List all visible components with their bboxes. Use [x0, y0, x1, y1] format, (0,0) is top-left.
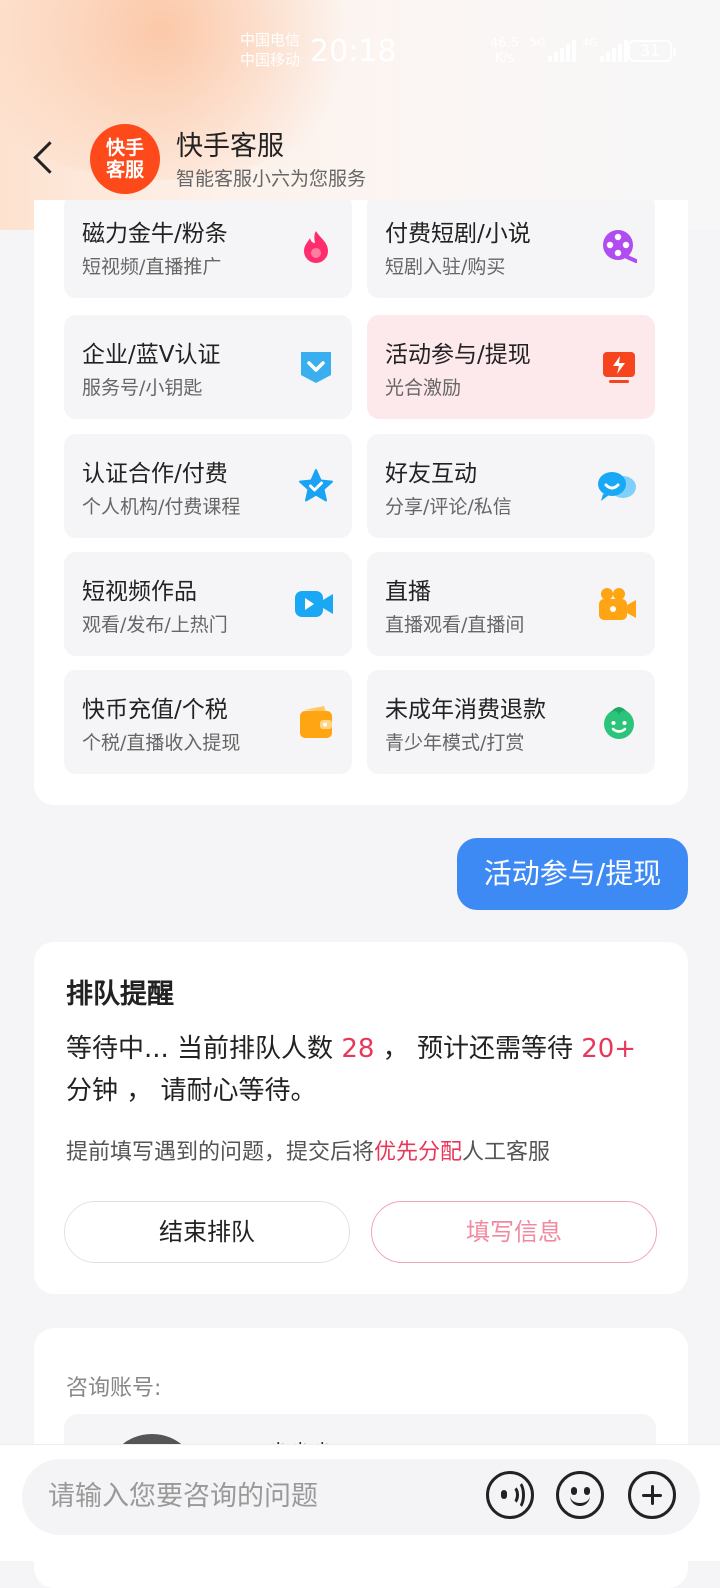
menu-item-subtitle: 观看/发布/上热门 [82, 614, 228, 636]
queue-status-text: 等待中... 当前排队人数 28 ， 预计还需等待 20+ 分钟 ， 请耐心等待… [66, 1028, 666, 1112]
star-check-icon [299, 469, 333, 502]
back-arrow-icon[interactable] [30, 140, 60, 176]
menu-item-subtitle: 短剧入驻/购买 [385, 256, 506, 278]
queue-count: 28 [341, 1034, 375, 1064]
plus-icon[interactable] [628, 1471, 676, 1519]
menu-item-subtitle: 个人机构/付费课程 [82, 496, 241, 518]
signal-5g-label: 5G [530, 36, 546, 49]
queue-text-middle: ， 预计还需等待 [374, 1034, 582, 1064]
menu-item-subtitle: 个税/直播收入提现 [82, 732, 241, 754]
menu-item-subtitle: 分享/评论/私信 [385, 496, 512, 518]
logo-line-1: 快手 [105, 137, 144, 159]
menu-item-title: 磁力金牛/粉条 [82, 221, 228, 247]
menu-item-short-video[interactable]: 短视频作品 观看/发布/上热门 [64, 552, 352, 656]
net-speed-unit: K/s [494, 51, 515, 66]
menu-item-recharge-tax[interactable]: 快币充值/个税 个税/直播收入提现 [64, 670, 352, 774]
queue-text-suffix: 分钟 ， 请耐心等待。 [66, 1076, 317, 1106]
menu-item-friend-interaction[interactable]: 好友互动 分享/评论/私信 [367, 434, 655, 538]
carrier-1: 中国电信 [240, 31, 301, 49]
menu-item-title: 认证合作/付费 [82, 461, 228, 487]
queue-text-prefix: 等待中... 当前排队人数 [66, 1034, 342, 1064]
battery-icon: 31 [628, 40, 676, 62]
emoji-icon[interactable] [556, 1471, 604, 1519]
queue-tip-highlight: 优先分配 [374, 1140, 463, 1165]
clock: 20:18 [310, 34, 397, 69]
menu-item-live[interactable]: 直播 直播观看/直播间 [367, 552, 655, 656]
menu-item-title: 短视频作品 [82, 579, 197, 605]
input-placeholder: 请输入您要咨询的问题 [48, 1481, 318, 1512]
queue-title: 排队提醒 [66, 979, 174, 1010]
menu-item-subtitle: 青少年模式/打赏 [385, 732, 525, 754]
service-menu-card: 磁力金牛/粉条 短视频/直播推广 付费短剧/小说 短剧入驻/购买 企业/蓝V认证… [34, 200, 688, 805]
page-title: 快手客服 [176, 131, 284, 162]
carrier-2: 中国移动 [240, 51, 301, 69]
service-logo: 快手 客服 [90, 124, 160, 194]
signal-4g-icon: 4G [582, 36, 628, 62]
menu-item-subtitle: 直播观看/直播间 [385, 614, 525, 636]
question-input[interactable]: 请输入您要咨询的问题 [22, 1459, 700, 1535]
video-camera-icon [295, 591, 333, 617]
movie-camera-icon [599, 588, 636, 620]
carrier-names: 中国电信 中国移动 [240, 30, 300, 70]
account-label: 咨询账号: [66, 1376, 162, 1401]
menu-item-subtitle: 短视频/直播推广 [82, 256, 222, 278]
net-speed-value: 46.5 [490, 36, 519, 51]
network-speed: 46.5 K/s [490, 36, 519, 66]
menu-item-title: 快币充值/个税 [82, 697, 228, 723]
wallet-icon [300, 706, 332, 738]
voice-icon[interactable] [486, 1471, 534, 1519]
menu-item-title: 直播 [385, 579, 431, 605]
menu-item-activity-withdraw[interactable]: 活动参与/提现 光合激励 [367, 315, 655, 419]
menu-item-title: 好友互动 [385, 461, 477, 487]
child-face-icon [604, 707, 634, 739]
queue-tip-suffix: 人工客服 [462, 1140, 551, 1165]
menu-item-cert-cooperation[interactable]: 认证合作/付费 个人机构/付费课程 [64, 434, 352, 538]
queue-tip: 提前填写遇到的问题，提交后将优先分配人工客服 [66, 1134, 550, 1166]
blue-v-badge-icon [301, 352, 331, 383]
page-subtitle: 智能客服小六为您服务 [176, 168, 367, 190]
input-bar: 请输入您要咨询的问题 [0, 1444, 720, 1561]
menu-item-enterprise-verify[interactable]: 企业/蓝V认证 服务号/小钥匙 [64, 315, 352, 419]
fill-info-button[interactable]: 填写信息 [371, 1201, 657, 1263]
status-bar: 中国电信 中国移动 20:18 46.5 K/s 5G 4G 31 [0, 0, 720, 100]
logo-line-2: 客服 [105, 159, 144, 181]
menu-item-subtitle: 光合激励 [385, 377, 462, 399]
signal-4g-label: 4G [582, 36, 598, 49]
menu-item-paid-drama[interactable]: 付费短剧/小说 短剧入驻/购买 [367, 200, 655, 298]
signal-5g-icon: 5G [530, 36, 576, 62]
film-reel-icon [603, 230, 637, 263]
menu-item-title: 付费短剧/小说 [385, 221, 531, 247]
menu-item-promotion[interactable]: 磁力金牛/粉条 短视频/直播推广 [64, 200, 352, 298]
menu-item-title: 未成年消费退款 [385, 697, 546, 723]
chat-bubbles-icon [598, 472, 636, 501]
menu-item-title: 活动参与/提现 [385, 342, 531, 368]
menu-item-minor-refund[interactable]: 未成年消费退款 青少年模式/打赏 [367, 670, 655, 774]
menu-item-subtitle: 服务号/小钥匙 [82, 377, 203, 399]
queue-reminder-card: 排队提醒 等待中... 当前排队人数 28 ， 预计还需等待 20+ 分钟 ， … [34, 942, 688, 1294]
end-queue-button[interactable]: 结束排队 [64, 1201, 350, 1263]
menu-item-title: 企业/蓝V认证 [82, 342, 221, 368]
queue-tip-prefix: 提前填写遇到的问题，提交后将 [66, 1140, 375, 1165]
queue-wait-time: 20+ [581, 1034, 637, 1064]
lightning-screen-icon [603, 352, 635, 383]
flame-icon [304, 231, 328, 263]
user-message-bubble: 活动参与/提现 [457, 838, 688, 910]
